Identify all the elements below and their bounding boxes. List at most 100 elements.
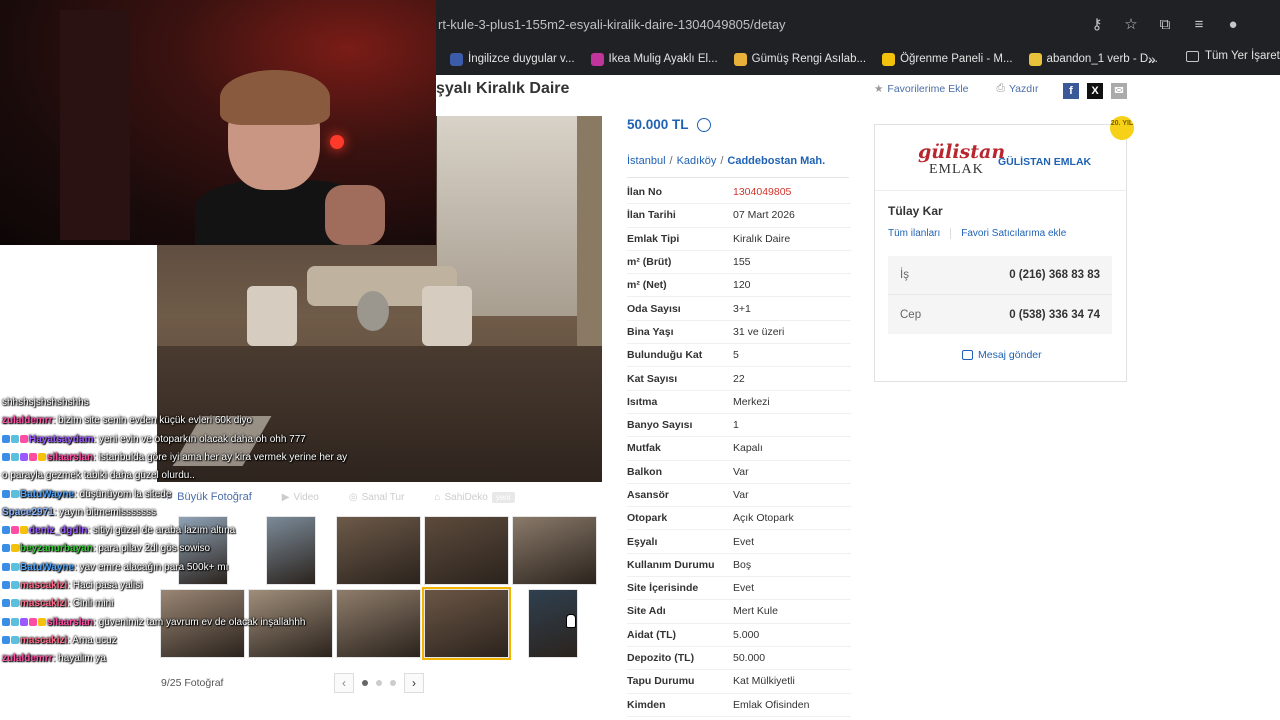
attribute-row: Otopark Açık Otopark bbox=[627, 507, 851, 531]
chat-username: deniz_dgdln bbox=[29, 525, 88, 537]
thumbnail[interactable] bbox=[422, 587, 511, 660]
bookmark-item[interactable]: İngilizce duygular v... bbox=[442, 52, 583, 66]
attribute-value: Açık Otopark bbox=[733, 512, 794, 525]
chat-badge-icon bbox=[2, 526, 10, 535]
bookmark-label: Gümüş Rengi Asılab... bbox=[751, 53, 867, 65]
attribute-value: 22 bbox=[733, 372, 745, 385]
thumbnail[interactable] bbox=[266, 516, 316, 585]
chat-badges bbox=[2, 562, 20, 573]
chat-text: o parayla gezmek tabiki daha güzel olurd… bbox=[2, 470, 195, 482]
chat-text: : Cinli mini bbox=[67, 598, 114, 610]
extensions-icon[interactable]: ⧉ bbox=[1156, 16, 1174, 34]
send-message-button[interactable]: Mesaj gönder bbox=[962, 349, 1042, 361]
page-dot[interactable] bbox=[376, 680, 382, 686]
attribute-key: Aidat (TL) bbox=[627, 628, 676, 641]
thumbnail[interactable] bbox=[424, 516, 509, 585]
firm-name[interactable]: GÜLİSTAN EMLAK bbox=[998, 156, 1091, 168]
chat-text: : düşünüyom la sitede bbox=[74, 488, 172, 500]
address-bar[interactable]: rt-kule-3-plus1-155m2-esyali-kiralik-dai… bbox=[436, 10, 1256, 40]
price-history-icon[interactable] bbox=[696, 117, 711, 132]
all-bookmarks-folder[interactable]: Tüm Yer İşaretle bbox=[1186, 50, 1280, 62]
attribute-row: Eşyalı Evet bbox=[627, 530, 851, 554]
attribute-value: 31 ve üzeri bbox=[733, 325, 785, 338]
chat-badge-icon bbox=[2, 617, 10, 626]
bookmark-item[interactable]: Ikea Mulig Ayaklı El... bbox=[583, 52, 726, 66]
location-breadcrumb: İstanbul / Kadıköy / Caddebostan Mah. bbox=[627, 155, 825, 167]
chat-badge-icon bbox=[11, 599, 19, 608]
address-bar-icons: ⚷ ☆ ⧉ ≡ ● bbox=[1088, 16, 1242, 34]
bookmark-item[interactable]: Öğrenme Paneli - M... bbox=[874, 52, 1020, 66]
attribute-key: Site İçerisinde bbox=[627, 582, 699, 595]
bookmark-item[interactable]: Gümüş Rengi Asılab... bbox=[726, 52, 874, 66]
thumbnail[interactable] bbox=[336, 516, 421, 585]
attribute-key: Eşyalı bbox=[627, 535, 658, 548]
attribute-key: Otopark bbox=[627, 512, 668, 525]
phone-row-mobile[interactable]: Cep 0 (538) 336 34 74 bbox=[888, 295, 1112, 334]
chat-text: shhshsjshshshshhs bbox=[2, 397, 89, 408]
attribute-value: Kapalı bbox=[733, 442, 763, 455]
password-key-icon[interactable]: ⚷ bbox=[1088, 16, 1106, 34]
next-page-button[interactable]: › bbox=[404, 673, 424, 693]
page-dot[interactable] bbox=[390, 680, 396, 686]
chat-badge-icon bbox=[2, 434, 10, 443]
email-icon[interactable]: ✉ bbox=[1111, 83, 1127, 99]
bookmark-label: İngilizce duygular v... bbox=[468, 53, 575, 65]
add-favorite-seller-link[interactable]: Favori Satıcılarıma ekle bbox=[961, 228, 1066, 239]
attribute-key: Site Adı bbox=[627, 605, 666, 618]
bookmark-star-icon[interactable]: ☆ bbox=[1122, 16, 1140, 34]
agent-name: Tülay Kar bbox=[888, 204, 943, 218]
price: 50.000 TL bbox=[627, 117, 711, 132]
chat-badges bbox=[2, 452, 47, 463]
bookmark-item[interactable]: abandon_1 verb - D... bbox=[1021, 52, 1166, 66]
chat-message: BatuWayne: yav emre alacağın para 500k+ … bbox=[2, 562, 228, 573]
chat-username: zulaldemrr bbox=[2, 653, 53, 665]
chat-text: : hayalim ya bbox=[52, 653, 106, 665]
chat-badge-icon bbox=[38, 617, 46, 626]
attribute-key: Isıtma bbox=[627, 395, 658, 408]
attribute-row: Aidat (TL) 5.000 bbox=[627, 624, 851, 647]
breadcrumb-neighborhood[interactable]: Caddebostan Mah. bbox=[727, 155, 825, 167]
attribute-row: Depozito (TL) 50.000 bbox=[627, 647, 851, 671]
phone-label: İş bbox=[900, 269, 909, 281]
thumbnail-pager: ‹ › bbox=[334, 673, 424, 693]
chat-message: o parayla gezmek tabiki daha güzel olurd… bbox=[2, 470, 195, 481]
bookmarks-overflow-button[interactable]: » bbox=[1148, 51, 1156, 67]
breadcrumb-separator: / bbox=[669, 155, 673, 167]
attribute-key: Oda Sayısı bbox=[627, 302, 681, 315]
chat-username: Hayatsaydam bbox=[29, 433, 94, 445]
page-dot[interactable] bbox=[362, 680, 368, 686]
attribute-row: Kat Sayısı 22 bbox=[627, 367, 851, 391]
firm-logo[interactable]: gülistan bbox=[918, 142, 1005, 162]
breadcrumb-city[interactable]: İstanbul bbox=[627, 155, 666, 167]
all-listings-link[interactable]: Tüm ilanları bbox=[888, 228, 940, 239]
print-button[interactable]: ⎙ Yazdır bbox=[997, 82, 1039, 95]
attribute-value: Mert Kule bbox=[733, 605, 778, 618]
tab-large-photo[interactable]: ⌕ Büyük Fotoğraf bbox=[167, 491, 252, 504]
x-twitter-icon[interactable]: X bbox=[1087, 83, 1103, 99]
attribute-row: İlan No 1304049805 bbox=[627, 181, 851, 205]
attribute-row: Bina Yaşı 31 ve üzeri bbox=[627, 321, 851, 345]
chat-badges bbox=[2, 598, 20, 609]
thumbnail[interactable] bbox=[336, 589, 421, 658]
thumbnail[interactable] bbox=[512, 516, 597, 585]
chat-text: : Haci pasa yalisi bbox=[67, 580, 143, 591]
breadcrumb-district[interactable]: Kadıköy bbox=[677, 155, 717, 167]
attribute-row: İlan Tarihi 07 Mart 2026 bbox=[627, 204, 851, 228]
chat-badge-icon bbox=[38, 452, 46, 461]
tab-video[interactable]: ▶ Video bbox=[282, 492, 319, 503]
url-text[interactable]: rt-kule-3-plus1-155m2-esyali-kiralik-dai… bbox=[438, 17, 786, 32]
attribute-key: Kullanım Durumu bbox=[627, 558, 715, 571]
reading-list-icon[interactable]: ≡ bbox=[1190, 16, 1208, 34]
tab-sahideko[interactable]: ⌂ SahiDeko yeni bbox=[434, 491, 515, 503]
prev-page-button[interactable]: ‹ bbox=[334, 673, 354, 693]
bookmark-favicon-icon bbox=[882, 52, 896, 66]
favorite-button[interactable]: ★ Favorilerime Ekle bbox=[874, 83, 969, 95]
chat-message: silaarslan: güvenimiz tam yavrum ev de o… bbox=[2, 617, 305, 628]
attribute-value: 5.000 bbox=[733, 628, 760, 641]
profile-avatar-icon[interactable]: ● bbox=[1224, 16, 1242, 34]
tab-virtual-tour[interactable]: ◎ Sanal Tur bbox=[349, 492, 405, 503]
chat-username: BatuWayne bbox=[20, 561, 75, 573]
facebook-icon[interactable]: f bbox=[1063, 83, 1079, 99]
chat-badge-icon bbox=[11, 581, 19, 589]
phone-row-work[interactable]: İş 0 (216) 368 83 83 bbox=[888, 256, 1112, 295]
